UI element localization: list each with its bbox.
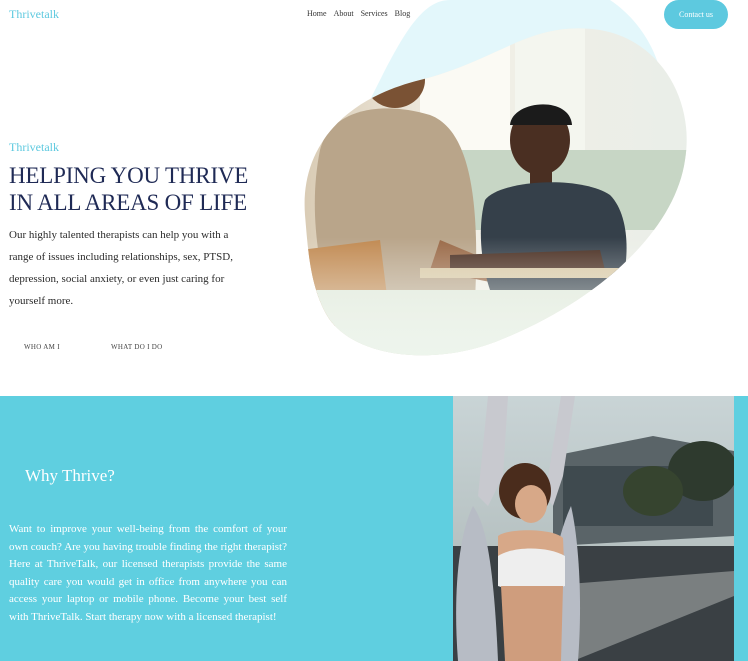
what-do-i-do-link[interactable]: WHAT DO I DO	[111, 343, 163, 351]
why-thrive-title: Why Thrive?	[25, 466, 115, 485]
why-thrive-text: Want to improve your well-being from the…	[9, 523, 287, 623]
why-thrive-section: Why Thrive? Want to improve your well-be…	[0, 396, 748, 661]
site-logo[interactable]: Thrivetalk	[9, 7, 59, 22]
woman-stretching-image	[453, 396, 734, 661]
hero-title: HELPING YOU THRIVE IN ALL AREAS OF LIFE	[9, 162, 289, 216]
therapy-session-image	[304, 0, 687, 356]
hero-description: Our highly talented therapists can help …	[9, 229, 233, 307]
who-am-i-link[interactable]: WHO AM I	[24, 343, 60, 351]
hero-brand: Thrivetalk	[9, 140, 59, 154]
hero-title-line1: HELPING YOU THRIVE	[9, 163, 249, 188]
hero-title-line2: IN ALL AREAS OF LIFE	[9, 190, 247, 215]
